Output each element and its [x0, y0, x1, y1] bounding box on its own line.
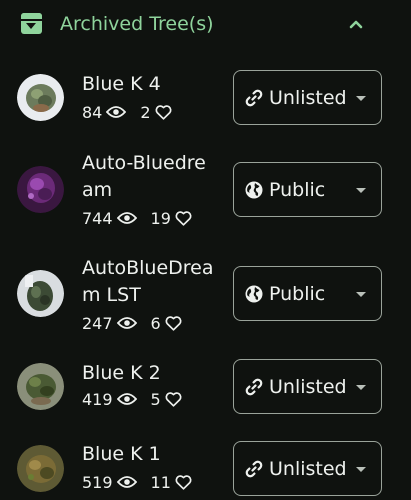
- view-count: 519: [82, 472, 113, 492]
- tree-name[interactable]: Blue K 4: [82, 71, 222, 98]
- caret-down-icon: [356, 96, 366, 101]
- like-count: 6: [150, 313, 161, 333]
- eye-icon: [116, 316, 137, 330]
- view-count: 419: [82, 389, 113, 409]
- tree-avatar[interactable]: [17, 363, 64, 410]
- link-icon: [244, 88, 264, 108]
- tree-stats: 744 19: [82, 207, 192, 229]
- caret-down-icon: [356, 385, 366, 390]
- eye-icon: [106, 105, 127, 119]
- tree-stats: 84 2: [82, 101, 172, 123]
- heart-icon: [175, 474, 192, 490]
- tree-name[interactable]: Blue K 1: [82, 441, 222, 468]
- tree-list: Blue K 4 84 2 Unlisted Auto-Bluedream 74…: [0, 0, 411, 500]
- eye-icon: [116, 475, 137, 489]
- tree-avatar[interactable]: [17, 74, 64, 121]
- tree-row[interactable]: AutoBlueDream LST 247 6 Public: [0, 255, 411, 335]
- tree-stats: 247 6: [82, 312, 182, 334]
- globe-icon: [244, 284, 264, 304]
- visibility-label: Unlisted: [269, 376, 347, 398]
- eye-icon: [116, 211, 137, 225]
- view-count: 744: [82, 208, 113, 228]
- eye-icon: [116, 392, 137, 406]
- view-count: 84: [82, 102, 103, 122]
- heart-icon: [155, 104, 172, 120]
- caret-down-icon: [356, 188, 366, 193]
- heart-icon: [165, 315, 182, 331]
- link-icon: [244, 459, 264, 479]
- visibility-select[interactable]: Public: [233, 162, 382, 217]
- like-count: 5: [150, 389, 161, 409]
- tree-avatar[interactable]: [17, 445, 64, 492]
- tree-row[interactable]: Blue K 4 84 2 Unlisted: [0, 64, 411, 134]
- tree-row[interactable]: Blue K 1 519 11 Unlisted: [0, 436, 411, 500]
- archived-trees-panel: Archived Tree(s) Blue K 4 84 2 Unlisted …: [0, 0, 411, 500]
- tree-stats: 519 11: [82, 471, 192, 493]
- visibility-label: Unlisted: [269, 458, 347, 480]
- visibility-label: Public: [269, 179, 326, 201]
- caret-down-icon: [356, 292, 366, 297]
- visibility-select[interactable]: Unlisted: [233, 70, 382, 125]
- tree-name[interactable]: Auto-Bluedream: [82, 150, 212, 204]
- tree-name[interactable]: Blue K 2: [82, 360, 222, 387]
- like-count: 11: [150, 472, 171, 492]
- visibility-label: Unlisted: [269, 87, 347, 109]
- visibility-select[interactable]: Unlisted: [233, 359, 382, 414]
- heart-icon: [165, 391, 182, 407]
- visibility-select[interactable]: Public: [233, 266, 382, 321]
- caret-down-icon: [356, 467, 366, 472]
- link-icon: [244, 377, 264, 397]
- tree-avatar[interactable]: [17, 270, 64, 317]
- like-count: 2: [140, 102, 151, 122]
- globe-icon: [244, 180, 264, 200]
- tree-name[interactable]: AutoBlueDream LST: [82, 255, 222, 309]
- tree-stats: 419 5: [82, 388, 182, 410]
- tree-row[interactable]: Auto-Bluedream 744 19 Public: [0, 150, 411, 230]
- heart-icon: [175, 210, 192, 226]
- like-count: 19: [150, 208, 171, 228]
- view-count: 247: [82, 313, 113, 333]
- tree-row[interactable]: Blue K 2 419 5 Unlisted: [0, 353, 411, 423]
- visibility-label: Public: [269, 283, 326, 305]
- tree-avatar[interactable]: [17, 166, 64, 213]
- visibility-select[interactable]: Unlisted: [233, 441, 382, 496]
